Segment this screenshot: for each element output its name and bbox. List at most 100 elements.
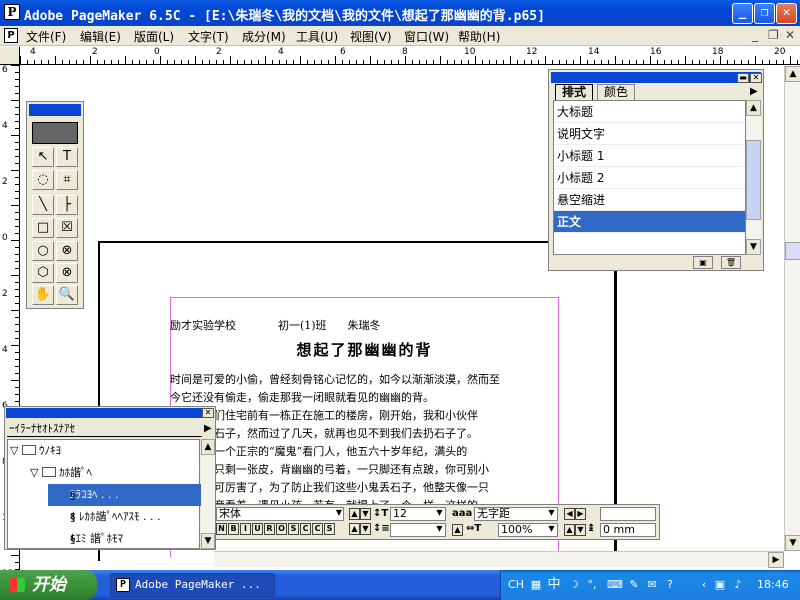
leading-dropdown-icon[interactable]: ▼ bbox=[434, 524, 445, 536]
punctuation-icon[interactable]: °, bbox=[585, 578, 599, 592]
horizontal-ruler[interactable]: 4 2 0 2 4 6 8 10 12 14 16 18 20 bbox=[20, 47, 800, 65]
styles-scrollbar[interactable]: ▲ ▼ bbox=[746, 100, 761, 255]
rectangle-tool-icon[interactable]: □ bbox=[32, 218, 54, 238]
font-size-down-icon[interactable]: ▼ bbox=[360, 508, 371, 520]
title-bar[interactable]: P Adobe PageMaker 6.5C - [E:\朱瑞冬\我的文档\我的… bbox=[0, 0, 800, 26]
scale-up-icon[interactable]: ▲ bbox=[452, 524, 463, 536]
start-button[interactable]: 开始 bbox=[0, 570, 97, 600]
scripts-menu-arrow-icon[interactable]: ▶ bbox=[204, 423, 212, 434]
menu-type[interactable]: 文字(T) bbox=[188, 28, 229, 45]
scripts-scroll-down-button[interactable]: ▼ bbox=[201, 533, 215, 549]
styles-scroll-thumb[interactable] bbox=[746, 140, 761, 220]
expand-icon[interactable]: ▽ bbox=[10, 444, 18, 457]
chat-icon[interactable]: ✉ bbox=[645, 578, 659, 592]
expand-icon[interactable]: ▽ bbox=[30, 466, 38, 479]
styles-scroll-up-button[interactable]: ▲ bbox=[746, 100, 761, 116]
menu-window[interactable]: 窗口(W) bbox=[404, 28, 449, 45]
style-bold-button[interactable]: B bbox=[228, 523, 239, 535]
scroll-up-button[interactable]: ▲ bbox=[785, 66, 800, 82]
tree-item[interactable]: ▽ ｳﾉｷﾖ bbox=[10, 440, 199, 462]
ime-chinese-indicator[interactable]: 中 bbox=[547, 578, 561, 592]
scripts-close-button[interactable]: ✕ bbox=[202, 408, 214, 418]
style-outline-button[interactable]: O bbox=[276, 523, 287, 535]
hand-tool-icon[interactable]: ✋ bbox=[32, 285, 54, 305]
style-reverse-button[interactable]: R bbox=[264, 523, 275, 535]
volume-icon[interactable]: ♪ bbox=[731, 578, 745, 592]
scripts-tab[interactable]: ｰｲﾗｰﾅｾｵﾄｽﾅｱｾ bbox=[7, 421, 202, 437]
font-size-up-icon[interactable]: ▲ bbox=[349, 508, 360, 520]
palette-close-button[interactable]: ✕ bbox=[750, 73, 762, 83]
doc-minimize-button[interactable]: _ bbox=[752, 28, 758, 42]
tray-expand-icon[interactable]: ‹ bbox=[697, 578, 711, 592]
vertical-scrollbar[interactable]: ▲ ▼ bbox=[784, 66, 800, 551]
style-item[interactable]: 小标题 2 bbox=[554, 167, 745, 189]
menu-help[interactable]: 帮助(H) bbox=[458, 28, 500, 45]
style-caps-button[interactable]: C bbox=[300, 523, 311, 535]
polygon-frame-tool-icon[interactable]: ⊗ bbox=[56, 263, 78, 283]
minimize-button[interactable]: _ bbox=[732, 3, 753, 24]
kerning-right-icon[interactable]: ▶ bbox=[575, 508, 586, 520]
constrained-line-tool-icon[interactable]: ├ bbox=[56, 195, 78, 215]
ellipse-frame-tool-icon[interactable]: ⊗ bbox=[56, 241, 78, 261]
baseline-down-icon[interactable]: ▼ bbox=[575, 524, 586, 536]
clock[interactable]: 18:46 bbox=[757, 578, 789, 591]
scale-dropdown-icon[interactable]: ▼ bbox=[546, 524, 557, 536]
style-item[interactable]: 悬空缩进 bbox=[554, 189, 745, 211]
text-tool-icon[interactable]: T bbox=[56, 147, 78, 167]
soft-keyboard-icon[interactable]: ⌨ bbox=[607, 578, 623, 592]
style-smallcaps-button[interactable]: C bbox=[312, 523, 323, 535]
styles-palette-title-bar[interactable]: ▬ ✕ bbox=[551, 72, 762, 83]
restore-button[interactable]: ❐ bbox=[754, 3, 775, 24]
rectangle-frame-tool-icon[interactable]: ☒ bbox=[56, 218, 78, 238]
baseline-shift-field[interactable]: 0 mm bbox=[600, 523, 656, 537]
menu-file[interactable]: 文件(F) bbox=[26, 28, 66, 45]
style-strike-button[interactable]: S bbox=[288, 523, 299, 535]
close-button[interactable]: ✕ bbox=[776, 3, 797, 24]
menu-view[interactable]: 视图(V) bbox=[350, 28, 392, 45]
style-superscript-button[interactable]: S bbox=[324, 523, 335, 535]
scroll-right-button[interactable]: ▶ bbox=[768, 552, 784, 568]
text-line[interactable]: 来是来了一个正宗的“魔鬼”看门人，他五六十岁年纪，满头的 bbox=[170, 443, 570, 459]
style-item[interactable]: 说明文字 bbox=[554, 123, 745, 145]
style-italic-button[interactable]: I bbox=[240, 523, 251, 535]
style-item-selected[interactable]: 正文 bbox=[554, 211, 745, 233]
menu-utilities[interactable]: 工具(U) bbox=[296, 28, 338, 45]
style-underline-button[interactable]: U bbox=[252, 523, 263, 535]
scripts-palette-title-bar[interactable]: ✕ bbox=[6, 408, 214, 418]
ruler-origin[interactable] bbox=[0, 47, 20, 65]
pointer-tool-icon[interactable]: ↖ bbox=[32, 147, 54, 167]
leading-down-icon[interactable]: ▼ bbox=[360, 523, 371, 535]
scroll-down-button[interactable]: ▼ bbox=[785, 535, 800, 551]
rotate-tool-icon[interactable]: ◌ bbox=[32, 170, 54, 190]
horizontal-scrollbar[interactable]: ▶ bbox=[214, 551, 784, 568]
help-icon[interactable]: ? bbox=[663, 578, 677, 592]
tracking-dropdown-icon[interactable]: ▼ bbox=[546, 508, 557, 520]
style-item[interactable]: 大标题 bbox=[554, 101, 745, 123]
styles-scroll-down-button[interactable]: ▼ bbox=[746, 239, 761, 255]
menu-element[interactable]: 成分(M) bbox=[242, 28, 286, 45]
doc-restore-button[interactable]: ❐ bbox=[768, 28, 779, 42]
ime-grid-icon[interactable]: ▦ bbox=[529, 578, 543, 592]
baseline-up-icon[interactable]: ▲ bbox=[564, 524, 575, 536]
line-tool-icon[interactable]: ╲ bbox=[32, 195, 54, 215]
menu-edit[interactable]: 编辑(E) bbox=[80, 28, 121, 45]
text-line[interactable]: 今它还没有偷走，偷走那我一闭眼就看见的幽幽的背。 bbox=[170, 389, 570, 405]
pen-icon[interactable]: ✎ bbox=[627, 578, 641, 592]
toolbox-title-bar[interactable] bbox=[29, 104, 81, 116]
doc-close-button[interactable]: ✕ bbox=[785, 28, 795, 42]
language-indicator[interactable]: CH bbox=[507, 578, 525, 592]
polygon-tool-icon[interactable]: ⬡ bbox=[32, 263, 54, 283]
network-icon[interactable]: ▣ bbox=[713, 578, 727, 592]
menu-layout[interactable]: 版面(L) bbox=[134, 28, 174, 45]
tab-styles[interactable]: 排式 bbox=[555, 84, 594, 100]
document-title[interactable]: 想起了那幽幽的背 bbox=[170, 339, 559, 360]
pagemaker-app-icon[interactable]: P bbox=[4, 4, 20, 20]
font-field[interactable]: 宋体 bbox=[216, 507, 344, 521]
kerning-left-icon[interactable]: ◀ bbox=[564, 508, 575, 520]
taskbar-item-pagemaker[interactable]: P Adobe PageMaker ... bbox=[110, 573, 275, 597]
font-dropdown-icon[interactable]: ▼ bbox=[334, 508, 344, 520]
document-icon[interactable]: P bbox=[4, 28, 18, 43]
crop-tool-icon[interactable]: ⌗ bbox=[56, 170, 78, 190]
zoom-tool-icon[interactable]: 🔍 bbox=[56, 285, 78, 305]
new-style-icon[interactable]: ▣ bbox=[693, 256, 713, 269]
